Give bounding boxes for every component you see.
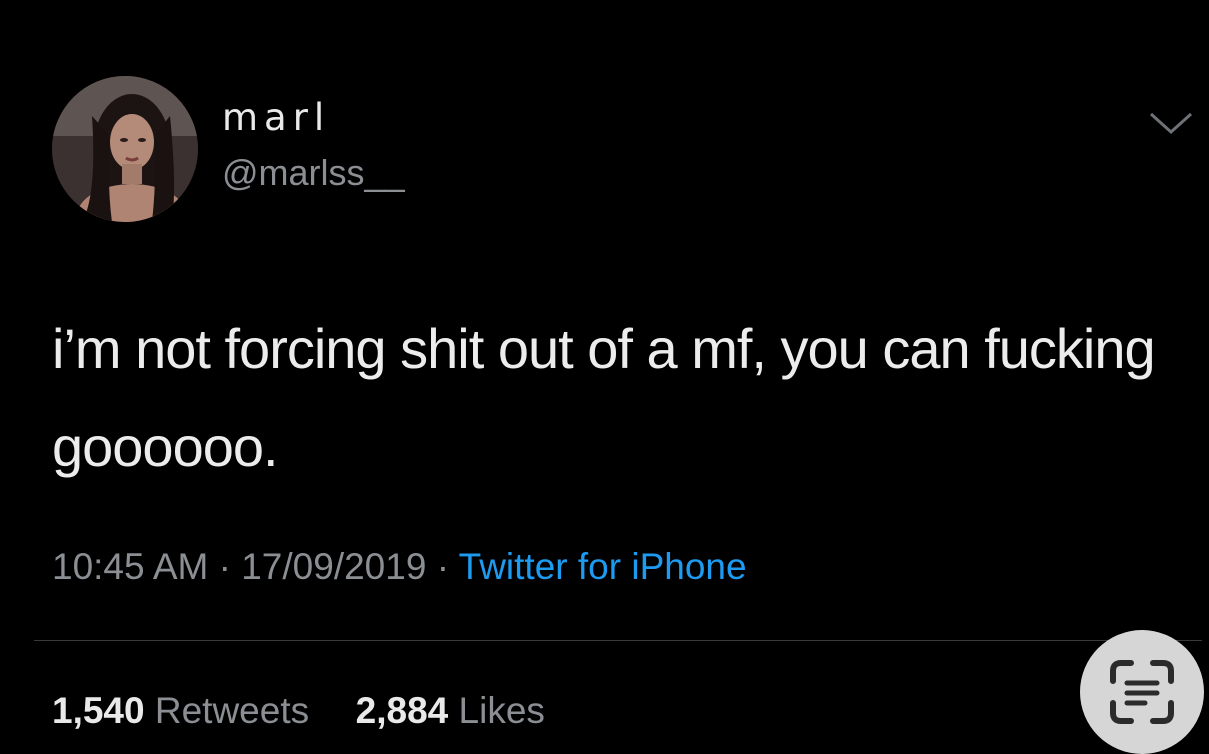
tweet-stats: 1,540 Retweets 2,884 Likes	[52, 690, 545, 732]
divider	[34, 640, 1202, 641]
display-name[interactable]: marl	[222, 96, 330, 139]
likes-count: 2,884	[355, 690, 449, 731]
tweet-text: i’m not forcing shit out of a mf, you ca…	[52, 317, 1156, 478]
retweets-count: 1,540	[52, 690, 145, 731]
avatar-photo	[52, 76, 198, 222]
likes-label: Likes	[458, 690, 545, 731]
tweet-time: 10:45 AM	[52, 546, 209, 587]
user-handle[interactable]: @marlss__	[222, 152, 405, 194]
tweet-source-link[interactable]: Twitter for iPhone	[459, 546, 747, 587]
meta-separator: ·	[218, 546, 231, 587]
retweets-label: Retweets	[154, 690, 310, 731]
tweet-card: marl @marlss__ i’m not forcing shit out …	[0, 0, 1209, 754]
live-text-scan-icon	[1110, 660, 1174, 724]
tweet-meta: 10:45 AM · 17/09/2019 · Twitter for iPho…	[52, 546, 747, 588]
avatar[interactable]	[52, 76, 198, 222]
meta-separator: ·	[436, 546, 450, 587]
chevron-down-icon[interactable]	[1148, 108, 1194, 138]
live-text-scan-button[interactable]	[1080, 630, 1204, 754]
retweets-stat[interactable]: 1,540 Retweets	[52, 690, 319, 731]
likes-stat[interactable]: 2,884 Likes	[356, 690, 545, 731]
tweet-date[interactable]: 17/09/2019	[241, 546, 426, 587]
